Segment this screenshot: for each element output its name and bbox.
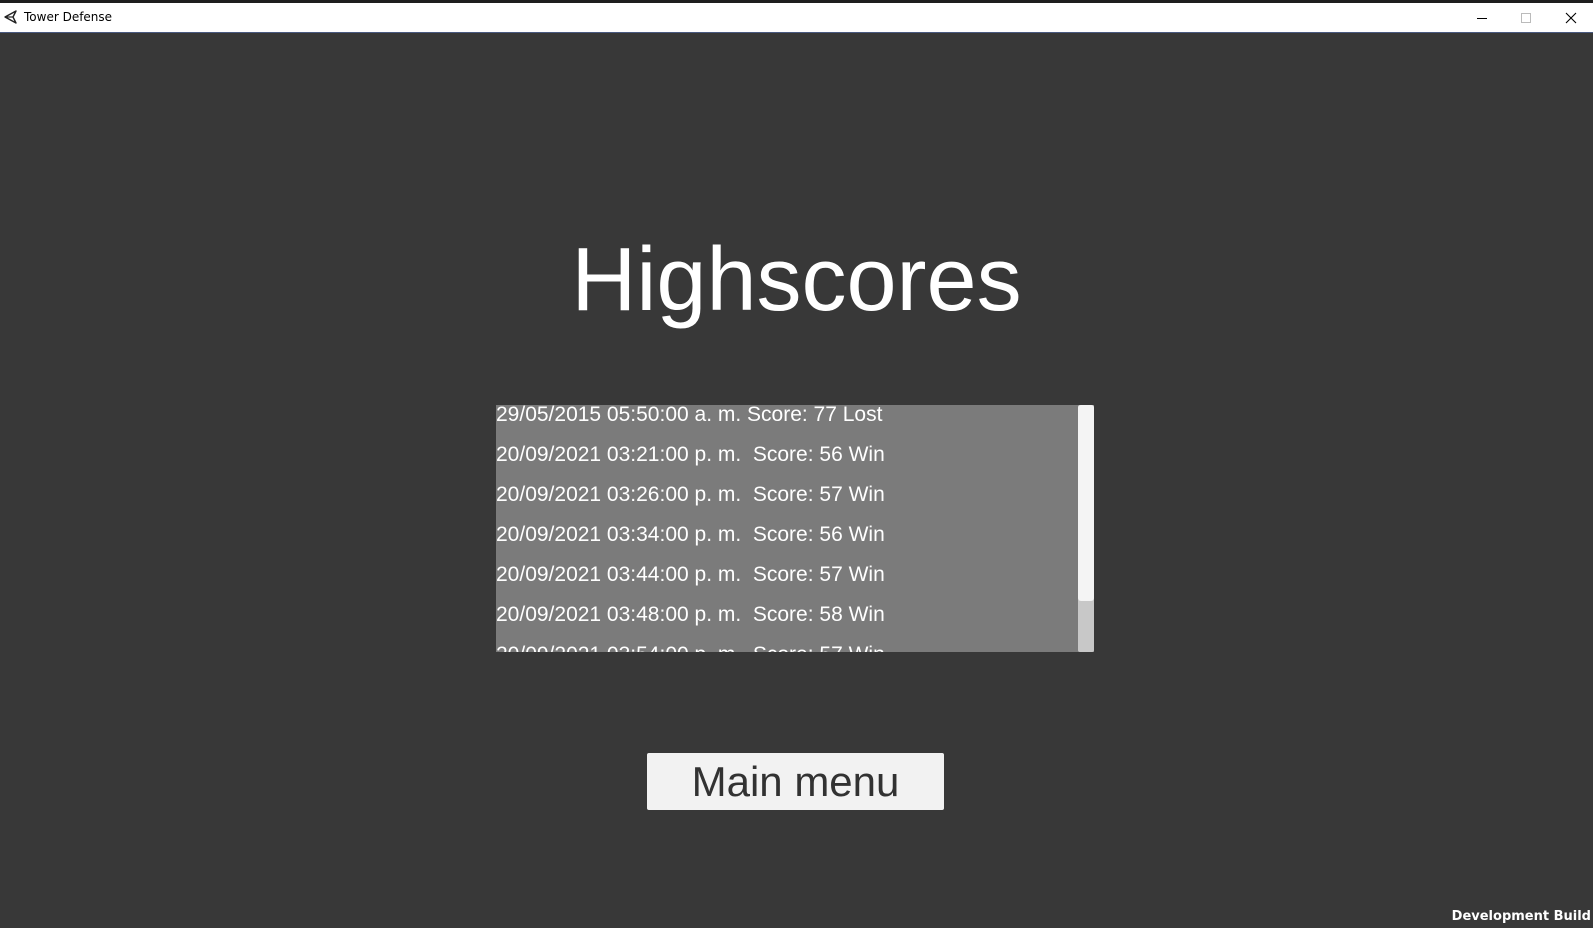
highscore-row: 20/09/2021 03:26:00 p. m. Score: 57 Win	[496, 483, 885, 506]
page-title: Highscores	[571, 230, 1022, 330]
highscore-row: 29/05/2015 05:50:00 a. m. Score: 77 Lost	[496, 405, 883, 426]
scrollbar[interactable]	[1078, 405, 1094, 652]
maximize-button[interactable]	[1503, 3, 1548, 32]
scrollbar-thumb[interactable]	[1078, 405, 1094, 601]
minimize-button[interactable]	[1459, 3, 1504, 32]
maximize-icon	[1520, 12, 1532, 24]
minimize-icon	[1476, 12, 1488, 24]
highscore-list[interactable]: 29/05/2015 05:50:00 a. m. Score: 77 Lost…	[496, 405, 1094, 652]
highscore-row: 20/09/2021 03:44:00 p. m. Score: 57 Win	[496, 563, 885, 586]
unity-icon	[3, 9, 19, 25]
window-title: Tower Defense	[24, 10, 113, 24]
close-button[interactable]	[1548, 3, 1593, 32]
development-build-label: Development Build	[1451, 909, 1591, 924]
game-window: Tower Defense Highscores 29/05/2015 05:5…	[0, 0, 1593, 928]
highscore-rows: 29/05/2015 05:50:00 a. m. Score: 77 Lost…	[496, 405, 1076, 652]
highscore-row: 20/09/2021 03:48:00 p. m. Score: 58 Win	[496, 603, 885, 626]
highscore-row: 20/09/2021 03:34:00 p. m. Score: 56 Win	[496, 523, 885, 546]
highscore-row: 20/09/2021 03:21:00 p. m. Score: 56 Win	[496, 443, 885, 466]
highscore-row: 20/09/2021 03:54:00 p. m. Score: 57 Win	[496, 635, 1076, 652]
close-icon	[1565, 12, 1577, 24]
title-bar[interactable]: Tower Defense	[0, 3, 1593, 33]
main-menu-button[interactable]: Main menu	[647, 753, 944, 810]
